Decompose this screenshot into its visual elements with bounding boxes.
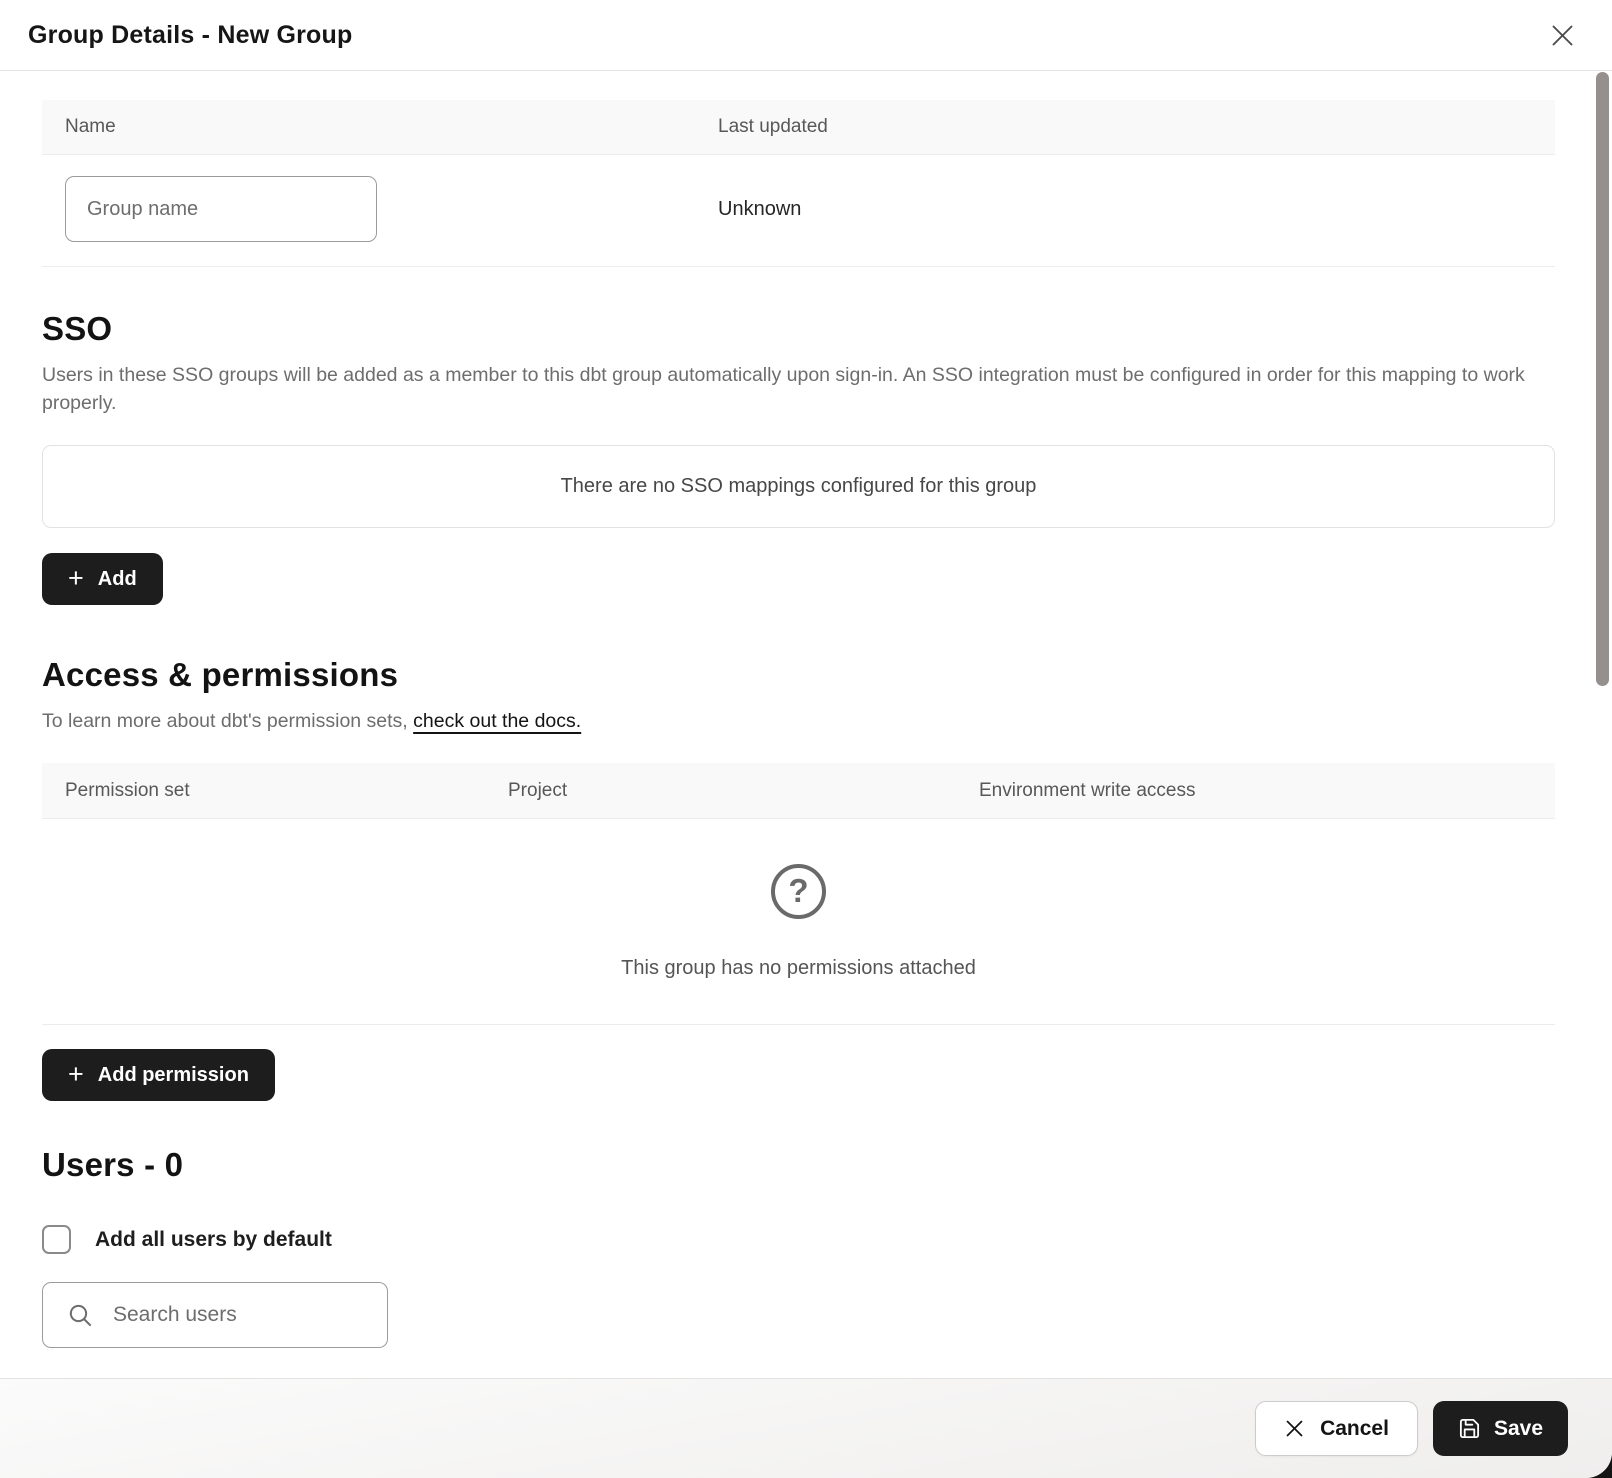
last-updated-value: Unknown <box>695 198 1555 221</box>
modal-title: Group Details - New Group <box>28 21 352 50</box>
add-all-users-label: Add all users by default <box>95 1228 332 1252</box>
permissions-empty-state: ? This group has no permissions attached <box>42 819 1555 1025</box>
save-button[interactable]: Save <box>1433 1401 1568 1456</box>
close-button[interactable] <box>1545 18 1580 53</box>
modal-content: Name Last updated Unknown SSO Users in t… <box>0 71 1612 1378</box>
column-header-project: Project <box>485 780 956 802</box>
users-heading: Users - 0 <box>42 1145 1555 1185</box>
add-all-users-checkbox[interactable] <box>42 1225 71 1254</box>
permissions-table-header: Permission set Project Environment write… <box>42 763 1555 819</box>
column-header-name: Name <box>42 116 695 138</box>
sso-description: Users in these SSO groups will be added … <box>42 361 1547 417</box>
permissions-description: To learn more about dbt's permission set… <box>42 707 1547 735</box>
group-name-input[interactable] <box>65 176 377 242</box>
modal-header: Group Details - New Group <box>0 0 1612 71</box>
group-details-modal: Group Details - New Group Name Last upda… <box>0 0 1612 1478</box>
permissions-description-text: To learn more about dbt's permission set… <box>42 710 413 732</box>
question-glyph: ? <box>788 872 808 910</box>
add-all-users-row: Add all users by default <box>42 1225 1555 1254</box>
modal-footer: Cancel Save <box>0 1378 1612 1478</box>
name-table-row: Unknown <box>42 155 1555 267</box>
sso-heading: SSO <box>42 309 1555 349</box>
add-sso-label: Add <box>98 568 137 591</box>
search-users-input[interactable] <box>111 1302 377 1328</box>
permissions-empty-text: This group has no permissions attached <box>42 954 1555 982</box>
cancel-x-icon <box>1284 1418 1305 1439</box>
cancel-label: Cancel <box>1320 1417 1389 1441</box>
plus-icon: + <box>68 565 84 592</box>
add-sso-mapping-button[interactable]: + Add <box>42 553 163 605</box>
sso-empty-text: There are no SSO mappings configured for… <box>561 475 1037 498</box>
save-floppy-icon <box>1458 1417 1481 1440</box>
save-label: Save <box>1494 1417 1543 1441</box>
search-icon <box>67 1302 94 1329</box>
group-name-cell <box>42 176 695 242</box>
docs-link[interactable]: check out the docs. <box>413 710 581 732</box>
sso-empty-state: There are no SSO mappings configured for… <box>42 445 1555 528</box>
cancel-button[interactable]: Cancel <box>1255 1401 1418 1456</box>
search-users-field[interactable] <box>42 1282 388 1348</box>
column-header-last-updated: Last updated <box>695 116 1555 138</box>
name-table-header: Name Last updated <box>42 100 1555 155</box>
close-icon <box>1549 22 1576 49</box>
add-permission-label: Add permission <box>98 1064 249 1087</box>
question-circle-icon: ? <box>771 864 826 919</box>
scrollbar-thumb[interactable] <box>1596 72 1609 686</box>
column-header-permission-set: Permission set <box>42 780 485 802</box>
sso-actions: + Add <box>42 553 1555 605</box>
add-permission-button[interactable]: + Add permission <box>42 1049 275 1101</box>
plus-icon: + <box>68 1061 84 1088</box>
permissions-heading: Access & permissions <box>42 655 1555 695</box>
column-header-environment-write-access: Environment write access <box>956 780 1555 802</box>
permissions-actions: + Add permission <box>42 1049 1555 1101</box>
